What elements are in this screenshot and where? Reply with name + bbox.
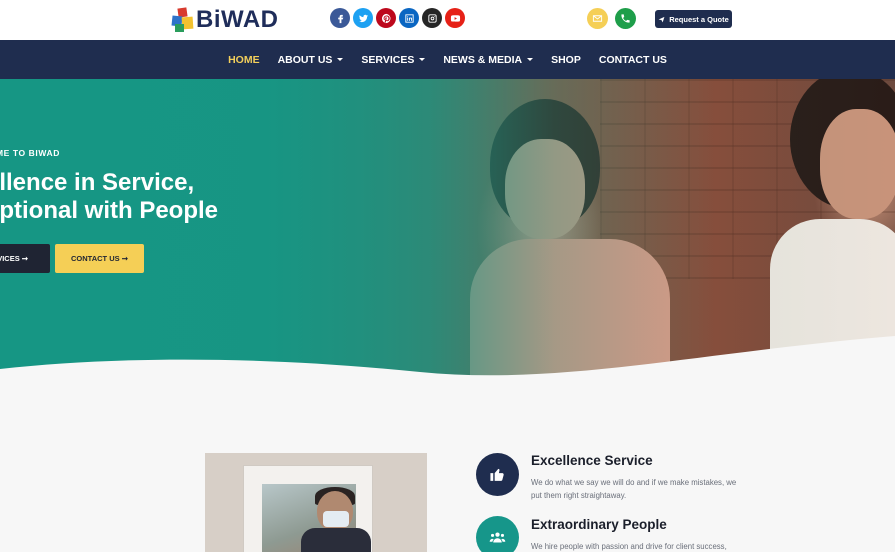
hero-wave-divider — [0, 336, 895, 394]
social-links — [330, 8, 465, 28]
instagram-icon[interactable] — [422, 8, 442, 28]
feature-text: We hire people with passion and drive fo… — [531, 542, 727, 551]
facebook-icon[interactable] — [330, 8, 350, 28]
brand-name: BiWAD — [196, 6, 279, 33]
nav-services[interactable]: SERVICES — [361, 54, 426, 66]
users-icon — [476, 516, 519, 552]
feature-title: Extraordinary People — [531, 517, 667, 532]
pinterest-icon[interactable] — [376, 8, 396, 28]
contact-us-button[interactable]: CONTACT US ➞ — [55, 244, 144, 273]
caret-down-icon — [337, 58, 344, 61]
nav-shop[interactable]: SHOP — [551, 54, 581, 66]
logo-mark-icon — [171, 7, 194, 32]
nav-home[interactable]: HOME — [228, 54, 260, 66]
features-section: Excellence Service We do what we say we … — [0, 394, 895, 552]
request-quote-label: Request a Quote — [669, 14, 729, 24]
top-bar: BiWAD Request a Quote — [0, 0, 895, 40]
twitter-icon[interactable] — [353, 8, 373, 28]
linkedin-icon[interactable] — [399, 8, 419, 28]
paper-plane-icon — [658, 16, 665, 22]
feature-text: We do what we say we will do and if we m… — [531, 478, 737, 500]
caret-down-icon — [527, 58, 534, 61]
main-nav: HOME ABOUT US SERVICES NEWS & MEDIA SHOP… — [0, 40, 895, 79]
nav-contact-us[interactable]: CONTACT US — [599, 54, 667, 66]
hero-eyebrow: COME TO BIWAD — [0, 148, 61, 158]
hero-title: ellence in Service, eptional with People — [0, 169, 218, 225]
nav-about-us[interactable]: ABOUT US — [278, 54, 344, 66]
hero-title-line-2: eptional with People — [0, 197, 219, 224]
services-button[interactable]: RVICES ➞ — [0, 244, 50, 273]
thumbs-up-icon — [476, 453, 519, 496]
nav-news-media[interactable]: NEWS & MEDIA — [443, 54, 534, 66]
feature-title: Excellence Service — [531, 453, 653, 468]
technician-photo — [205, 453, 427, 552]
hero-title-line-1: ellence in Service, — [0, 169, 195, 196]
request-quote-button[interactable]: Request a Quote — [655, 10, 732, 28]
brand-logo[interactable]: BiWAD — [171, 6, 279, 33]
hero-banner: COME TO BIWAD ellence in Service, eption… — [0, 79, 895, 394]
youtube-icon[interactable] — [445, 8, 465, 28]
caret-down-icon — [419, 58, 426, 61]
email-icon[interactable] — [587, 8, 608, 29]
phone-icon[interactable] — [615, 8, 636, 29]
